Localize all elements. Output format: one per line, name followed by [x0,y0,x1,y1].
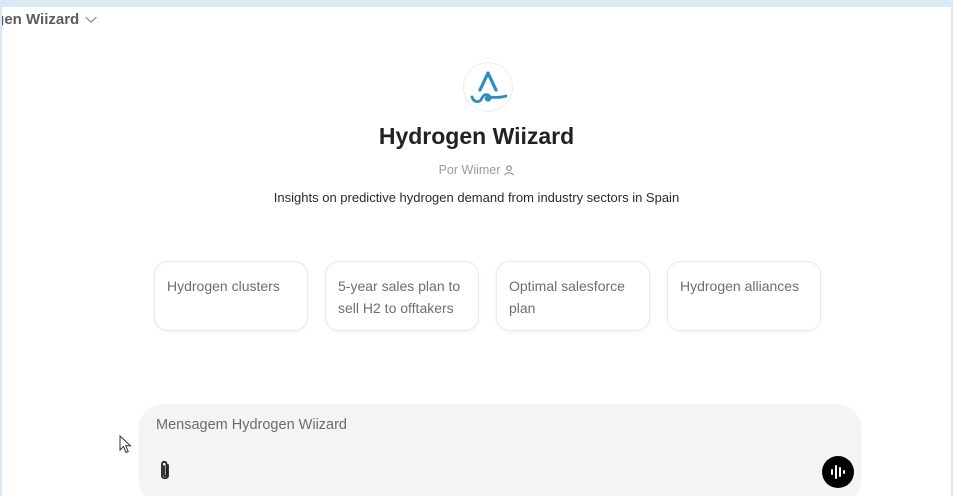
gpt-name: Hydrogen Wiizard [378,123,575,149]
voice-mode-icon [831,465,845,479]
chevron-down-icon [85,16,97,23]
author-name: Por Wiimer [438,163,501,177]
conversation-starter[interactable]: Hydrogen alliances [667,261,821,331]
message-composer [139,404,861,496]
voice-mode-button[interactable] [822,456,854,488]
hydrogen-wiizard-logo [470,71,508,104]
chat-window: ogen Wiizard Hydrogen Wiizard Por Wiimer… [2,7,951,496]
conversation-starter[interactable]: 5-year sales plan to sell H2 to offtaker… [325,261,479,331]
person-icon [504,164,515,176]
paperclip-icon[interactable] [157,459,173,483]
gpt-logo [463,62,513,112]
mouse-cursor-icon [119,435,132,454]
gpt-selector[interactable]: ogen Wiizard [2,11,97,28]
starter-label: 5-year sales plan to sell H2 to offtaker… [338,278,461,316]
conversation-starter[interactable]: Hydrogen clusters [154,261,308,331]
author-line: Por Wiimer [2,163,951,177]
message-input[interactable] [156,417,796,433]
starter-label: Optimal salesforce plan [509,278,625,316]
starter-label: Hydrogen clusters [167,278,280,294]
header-title: ogen Wiizard [2,11,80,28]
gpt-description: Insights on predictive hydrogen demand f… [273,190,680,205]
starter-label: Hydrogen alliances [680,278,800,294]
conversation-starter[interactable]: Optimal salesforce plan [496,261,650,331]
